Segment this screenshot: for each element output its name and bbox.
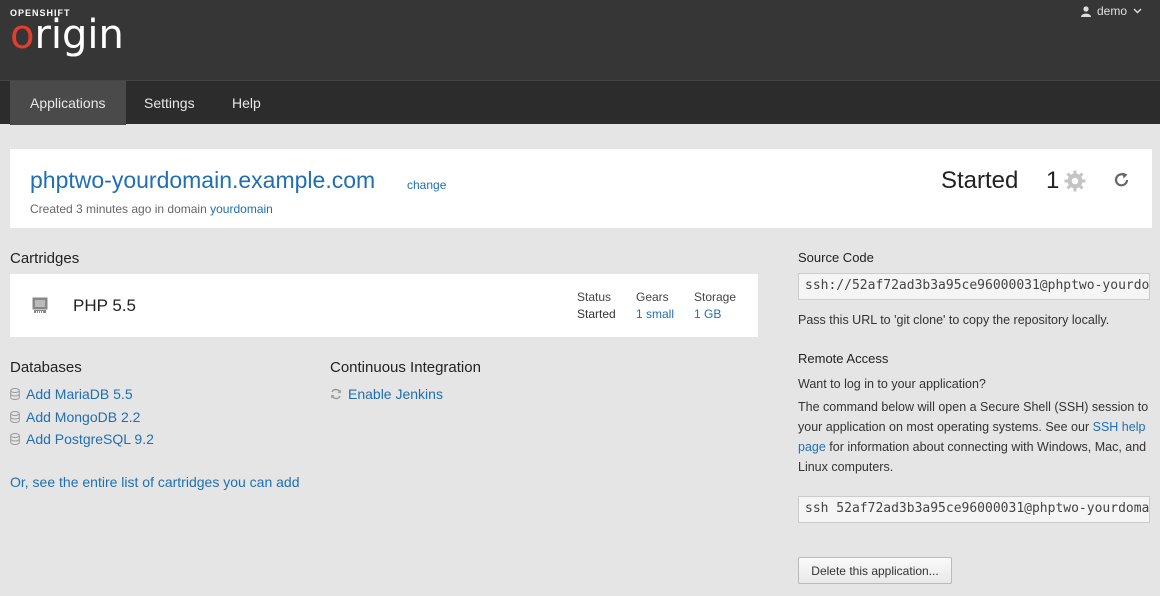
refresh-icon bbox=[331, 389, 341, 400]
add-mongodb-link[interactable]: Add MongoDB 2.2 bbox=[26, 409, 140, 425]
enable-jenkins-link[interactable]: Enable Jenkins bbox=[348, 386, 443, 402]
cartridge-name: PHP 5.5 bbox=[73, 296, 137, 315]
restart-icon[interactable] bbox=[1113, 171, 1131, 189]
status-label: Status bbox=[577, 290, 612, 304]
list-item[interactable]: Add PostgreSQL 9.2 bbox=[10, 428, 154, 451]
app-status: Started bbox=[941, 167, 1019, 194]
nav-tab-help[interactable]: Help bbox=[212, 81, 281, 125]
gears-link[interactable]: 1 small bbox=[636, 307, 674, 321]
storage-link[interactable]: 1 GB bbox=[694, 307, 721, 321]
user-name: demo bbox=[1096, 4, 1127, 18]
logo-wordmark: origin bbox=[10, 12, 124, 58]
remote-access-heading: Remote Access bbox=[798, 351, 889, 366]
openshift-origin-logo[interactable]: OPENSHIFT origin bbox=[10, 8, 124, 58]
see-all-cartridges-link[interactable]: Or, see the entire list of cartridges yo… bbox=[10, 474, 300, 490]
domain-link[interactable]: yourdomain bbox=[210, 202, 273, 216]
cartridge-status: Status Started bbox=[577, 289, 616, 323]
database-icon bbox=[10, 433, 20, 446]
cartridge-gears: Gears 1 small bbox=[636, 289, 674, 323]
user-icon bbox=[1080, 5, 1091, 17]
app-header-card: phptwo-yourdomain.example.com change Cre… bbox=[10, 149, 1152, 228]
add-postgresql-link[interactable]: Add PostgreSQL 9.2 bbox=[26, 431, 154, 447]
cartridge-storage: Storage 1 GB bbox=[694, 289, 736, 323]
chevron-down-icon bbox=[1133, 8, 1142, 14]
app-created-info: Created 3 minutes ago in domain yourdoma… bbox=[30, 202, 273, 216]
list-item[interactable]: Enable Jenkins bbox=[330, 383, 443, 406]
database-icon bbox=[10, 410, 20, 423]
gear-count: 1 bbox=[1046, 167, 1060, 194]
database-icon bbox=[10, 388, 20, 401]
ssh-text-after: for information about connecting with Wi… bbox=[798, 440, 1147, 474]
login-link[interactable]: Want to log in to your application? bbox=[798, 374, 986, 394]
created-text: Created 3 minutes ago in domain bbox=[30, 202, 207, 216]
ci-heading: Continuous Integration bbox=[330, 359, 481, 376]
source-code-help: Pass this URL to 'git clone' to copy the… bbox=[798, 313, 1110, 327]
cartridge-card: PHP 5.5 Status Started Gears 1 small Sto… bbox=[10, 274, 758, 337]
cartridge-icon bbox=[32, 297, 48, 313]
source-code-heading: Source Code bbox=[798, 250, 874, 265]
change-alias-link[interactable]: change bbox=[407, 178, 446, 192]
list-item[interactable]: Add MariaDB 5.5 bbox=[10, 383, 154, 406]
app-title-link[interactable]: phptwo-yourdomain.example.com bbox=[30, 167, 375, 194]
gears-label: Gears bbox=[636, 290, 669, 304]
ci-list: Enable Jenkins bbox=[330, 383, 443, 406]
add-mariadb-link[interactable]: Add MariaDB 5.5 bbox=[26, 386, 133, 402]
storage-label: Storage bbox=[694, 290, 737, 304]
delete-application-button[interactable]: Delete this application... bbox=[798, 557, 952, 584]
nav-tab-settings[interactable]: Settings bbox=[124, 81, 215, 125]
databases-heading: Databases bbox=[10, 359, 82, 376]
list-item[interactable]: Add MongoDB 2.2 bbox=[10, 406, 154, 429]
user-menu[interactable]: demo bbox=[1080, 4, 1142, 18]
top-bar: OPENSHIFT origin demo bbox=[0, 0, 1160, 80]
remote-access-description: The command below will open a Secure She… bbox=[798, 397, 1150, 477]
source-url-field[interactable]: ssh://52af72ad3b3a95ce96000031@phptwo-yo… bbox=[798, 273, 1150, 300]
gear-icon bbox=[1064, 170, 1086, 192]
nav-tab-applications[interactable]: Applications bbox=[10, 81, 126, 125]
cartridges-heading: Cartridges bbox=[10, 250, 80, 267]
ssh-command-field[interactable]: ssh 52af72ad3b3a95ce96000031@phptwo-your… bbox=[798, 496, 1150, 523]
databases-list: Add MariaDB 5.5 Add MongoDB 2.2 Add Post… bbox=[10, 383, 154, 451]
main-nav: Applications Settings Help bbox=[0, 80, 1160, 125]
status-value: Started bbox=[577, 307, 616, 321]
